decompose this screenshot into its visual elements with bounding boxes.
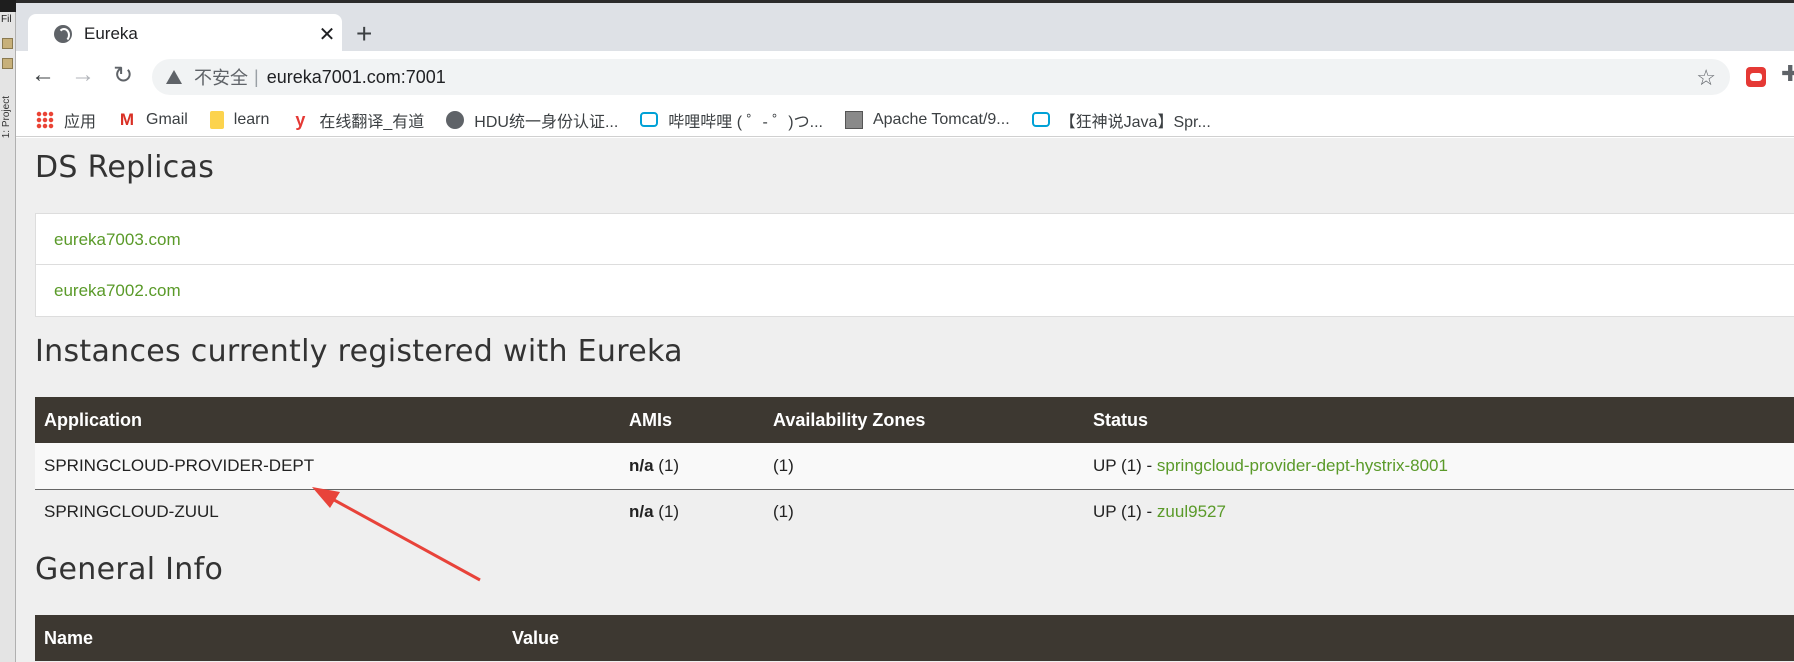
bookmark-label: 【狂神说Java】Spr... bbox=[1059, 113, 1211, 131]
ami-cell: n/a (1) bbox=[620, 489, 764, 535]
ds-replicas-list: eureka7003.com eureka7002.com bbox=[35, 213, 1794, 317]
close-icon[interactable]: ✕ bbox=[312, 22, 342, 47]
replica-link[interactable]: eureka7003.com bbox=[36, 214, 1794, 265]
status-text: UP (1) - bbox=[1093, 502, 1157, 522]
youdao-icon: y bbox=[295, 109, 306, 130]
bookmark-label: 哔哩哔哩 ( ゜- ゜)つ... bbox=[668, 113, 823, 131]
table-row: SPRINGCLOUD-ZUUL n/a (1) (1) UP (1) - zu… bbox=[35, 489, 1794, 535]
reload-icon[interactable]: ↻ bbox=[108, 61, 138, 90]
status-text: UP (1) - bbox=[1093, 455, 1157, 475]
column-header: Availability Zones bbox=[764, 397, 1084, 443]
column-header: Name bbox=[35, 615, 503, 661]
ami-value: n/a bbox=[629, 502, 654, 522]
bookmark-kuangshen[interactable]: 【狂神说Java】Spr... bbox=[1031, 108, 1211, 132]
column-header: AMIs bbox=[620, 397, 764, 443]
tab-eureka[interactable]: Eureka ✕ bbox=[28, 14, 342, 54]
instances-title: Instances currently registered with Eure… bbox=[35, 334, 683, 369]
bookmark-bilibili[interactable]: 哔哩哔哩 ( ゜- ゜)つ... bbox=[640, 108, 823, 132]
star-icon[interactable]: ☆ bbox=[1696, 65, 1716, 91]
bilibili-icon bbox=[1031, 112, 1050, 127]
ami-count: (1) bbox=[658, 455, 680, 475]
back-arrow-icon[interactable]: ← bbox=[28, 61, 58, 89]
ami-count: (1) bbox=[658, 502, 680, 522]
bilibili-icon bbox=[640, 112, 659, 127]
bookmark-label: 应用 bbox=[64, 113, 97, 131]
address-separator: | bbox=[254, 66, 259, 87]
tab-strip: Eureka ✕ + bbox=[16, 3, 1794, 54]
zones-cell: (1) bbox=[764, 443, 1084, 490]
ide-side-panel: Fil 1: Project bbox=[0, 0, 16, 662]
bookmark-label: 在线翻译_有道 bbox=[319, 113, 425, 131]
column-header: Value bbox=[503, 615, 1794, 661]
ami-cell: n/a (1) bbox=[620, 443, 764, 490]
apps-icon bbox=[36, 110, 54, 129]
ds-replicas-title: DS Replicas bbox=[35, 150, 215, 185]
general-info-title: General Info bbox=[35, 552, 224, 587]
column-header: Status bbox=[1084, 397, 1794, 443]
security-label[interactable]: 不安全 bbox=[194, 64, 248, 90]
ide-menu-file[interactable]: Fil bbox=[1, 14, 12, 25]
bookmark-tomcat[interactable]: Apache Tomcat/9... bbox=[844, 110, 1010, 129]
folder-icon bbox=[209, 110, 224, 129]
tab-title: Eureka bbox=[84, 24, 138, 43]
ami-value: n/a bbox=[629, 455, 654, 475]
bookmark-label: Apache Tomcat/9... bbox=[872, 110, 1010, 128]
table-header-row: Application AMIs Availability Zones Stat… bbox=[35, 397, 1794, 443]
application-name: SPRINGCLOUD-PROVIDER-DEPT bbox=[35, 443, 620, 490]
status-cell: UP (1) - springcloud-provider-dept-hystr… bbox=[1084, 443, 1794, 490]
application-name: SPRINGCLOUD-ZUUL bbox=[35, 489, 620, 535]
ide-project-tab[interactable]: 1: Project bbox=[1, 96, 12, 138]
puzzle-icon[interactable]: ✚ bbox=[1781, 61, 1794, 87]
new-tab-button[interactable]: + bbox=[356, 20, 372, 48]
bookmark-gmail[interactable]: M Gmail bbox=[118, 109, 188, 129]
browser-toolbar: ← → ↻ 不安全 | eureka7001.com:7001 ☆ ✚ bbox=[16, 51, 1794, 103]
ide-tool-icon[interactable] bbox=[2, 58, 13, 69]
instances-table: Application AMIs Availability Zones Stat… bbox=[35, 397, 1794, 535]
tomcat-icon bbox=[844, 110, 863, 129]
address-bar[interactable]: 不安全 | eureka7001.com:7001 ☆ bbox=[152, 59, 1730, 95]
bookmarks-bar: 应用 M Gmail learn y 在线翻译_有道 HDU统一身份认证... 哔哩… bbox=[16, 103, 1794, 137]
general-info-table: Name Value bbox=[35, 615, 1794, 661]
ide-folder-icon[interactable] bbox=[2, 38, 13, 49]
page-content: DS Replicas eureka7003.com eureka7002.co… bbox=[16, 138, 1794, 662]
url-text[interactable]: eureka7001.com:7001 bbox=[267, 67, 446, 88]
table-row: SPRINGCLOUD-PROVIDER-DEPT n/a (1) (1) UP… bbox=[35, 443, 1794, 490]
ide-title-bar bbox=[0, 0, 16, 12]
extension-icon[interactable] bbox=[1746, 67, 1766, 87]
bookmark-hdu[interactable]: HDU统一身份认证... bbox=[446, 108, 618, 132]
forward-arrow-icon[interactable]: → bbox=[68, 61, 98, 89]
gmail-icon: M bbox=[119, 109, 135, 129]
column-header: Application bbox=[35, 397, 620, 443]
replica-link[interactable]: eureka7002.com bbox=[36, 265, 1794, 316]
bookmark-label: HDU统一身份认证... bbox=[474, 113, 619, 131]
zones-cell: (1) bbox=[764, 489, 1084, 535]
status-cell: UP (1) - zuul9527 bbox=[1084, 489, 1794, 535]
instance-link[interactable]: zuul9527 bbox=[1157, 502, 1226, 521]
bookmark-youdao[interactable]: y 在线翻译_有道 bbox=[291, 108, 424, 132]
table-header-row: Name Value bbox=[35, 615, 1794, 661]
bookmark-label: learn bbox=[233, 110, 270, 128]
globe-icon bbox=[54, 25, 72, 43]
bookmark-label: Gmail bbox=[146, 110, 188, 128]
globe-icon bbox=[446, 110, 465, 129]
bookmark-apps[interactable]: 应用 bbox=[36, 108, 96, 132]
bookmark-learn[interactable]: learn bbox=[209, 110, 270, 129]
instance-link[interactable]: springcloud-provider-dept-hystrix-8001 bbox=[1157, 456, 1448, 475]
warning-icon[interactable] bbox=[166, 70, 182, 84]
